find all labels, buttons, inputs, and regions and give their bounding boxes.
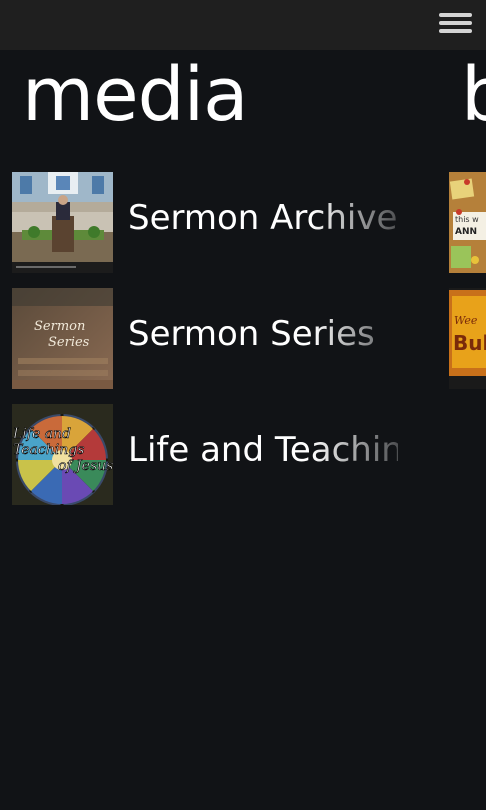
section-title-next-peek[interactable]: b bbox=[461, 58, 486, 132]
sermon-series-thumbnail: Sermon Series bbox=[12, 288, 113, 389]
peek-item-announcements[interactable]: this w ANN bbox=[449, 172, 486, 273]
media-item-label: Sermon Series bbox=[128, 314, 375, 354]
media-item-label: Sermon Archives bbox=[128, 198, 398, 238]
peek-text-1b: ANN bbox=[455, 227, 477, 237]
sermon-archives-thumbnail bbox=[12, 172, 113, 273]
hamburger-menu-icon[interactable] bbox=[439, 13, 472, 37]
life-and-teachings-thumbnail: Life and Teachings of Jesus bbox=[12, 404, 113, 505]
menu-line bbox=[439, 29, 472, 33]
life-thumb-text-3: of Jesus bbox=[58, 458, 113, 474]
media-item-label: Life and Teachings bbox=[128, 430, 398, 470]
media-list: Sermon Archives Sermon Series Sermon Ser… bbox=[12, 172, 432, 520]
app-bar bbox=[0, 0, 486, 50]
menu-line bbox=[439, 13, 472, 17]
sermon-series-thumb-text-2: Series bbox=[48, 335, 90, 350]
media-item-life-and-teachings[interactable]: Life and Teachings of Jesus Life and Tea… bbox=[12, 404, 432, 505]
peek-item-bulletin[interactable]: Wee Bul bbox=[449, 288, 486, 389]
media-item-sermon-series[interactable]: Sermon Series Sermon Series bbox=[12, 288, 432, 389]
sermon-series-thumb-text-1: Sermon bbox=[34, 319, 85, 334]
life-thumb-text-1: Life and bbox=[12, 426, 71, 442]
menu-line bbox=[439, 21, 472, 25]
next-section-peek: this w ANN Wee Bul bbox=[449, 172, 486, 404]
peek-text-1a: this w bbox=[455, 215, 479, 224]
peek-text-2b: Bul bbox=[453, 331, 486, 355]
life-thumb-text-2: Teachings bbox=[13, 442, 84, 458]
media-item-sermon-archives[interactable]: Sermon Archives bbox=[12, 172, 432, 273]
section-title-media: media bbox=[22, 52, 248, 138]
peek-text-2a: Wee bbox=[454, 314, 478, 327]
